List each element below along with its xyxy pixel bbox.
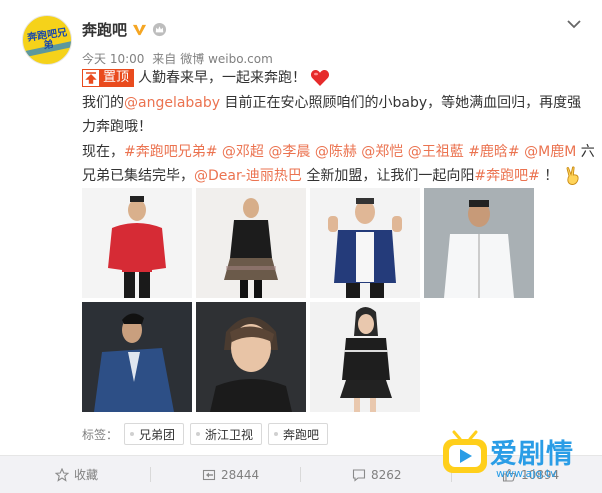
mention-mluhan[interactable]: @M鹿M: [524, 144, 576, 160]
tag-zhejiang-tv[interactable]: 浙江卫视: [190, 423, 263, 445]
watermark-url: www.ajq.tv: [496, 467, 557, 480]
chevron-down-icon[interactable]: [566, 18, 582, 30]
mention-zhengkai[interactable]: @郑恺: [361, 144, 403, 160]
post-meta: 今天 10:00 来自 微博 weibo.com: [82, 50, 277, 67]
mention-lichen[interactable]: @李晨: [268, 144, 310, 160]
tag-brothers[interactable]: 兄弟团: [124, 423, 185, 445]
post-text: 置顶 人勤春来早，一起来奔跑！ 我们的@angelababy 目前正在安心照顾咱…: [82, 66, 595, 189]
action-separator: [300, 467, 301, 482]
post-line-3: 力奔跑哦！: [82, 119, 152, 135]
victory-hand-emoji-icon: [566, 166, 579, 185]
verified-v-icon[interactable]: [132, 22, 147, 37]
photo-4[interactable]: [424, 188, 534, 298]
repost-count: 28444: [221, 467, 260, 482]
mention-angelababy[interactable]: @angelababy: [124, 95, 220, 111]
post-line-5-mid: 全新加盟，让我们一起向阳: [301, 168, 475, 184]
pinned-label: 置顶: [99, 70, 134, 86]
watermark: 爱剧情 www.ajq.tv: [440, 418, 600, 490]
tv-play-icon: [443, 430, 487, 473]
post-line-1-text: 人勤春来早，一起来奔跑！: [138, 70, 307, 86]
user-name[interactable]: 奔跑吧: [82, 19, 127, 40]
post-line-4-pre: 现在，: [82, 143, 124, 160]
photo-7[interactable]: [310, 302, 420, 412]
avatar[interactable]: 奔跑吧兄弟: [22, 15, 72, 65]
member-crown-icon[interactable]: [152, 22, 167, 37]
topic-luhan[interactable]: #鹿晗#: [468, 144, 519, 160]
watermark-title: 爱剧情: [490, 439, 574, 470]
photo-2[interactable]: [196, 188, 306, 298]
mention-dilireba[interactable]: @Dear-迪丽热巴: [194, 168, 302, 184]
post-time[interactable]: 今天 10:00: [82, 52, 144, 66]
heart-emoji-icon: [311, 70, 330, 86]
star-icon: [55, 467, 69, 482]
photo-grid: [82, 188, 542, 416]
tags-label: 标签：: [82, 427, 119, 442]
tag-running-man[interactable]: 奔跑吧: [268, 423, 329, 445]
post-line-4: 现在，#奔跑吧兄弟# @邓超 @李晨 @陈赫 @郑恺 @王祖藍 #鹿晗# @M鹿…: [82, 140, 595, 165]
avatar-logo-text: 奔跑吧兄弟: [26, 27, 68, 52]
topic-run[interactable]: #奔跑吧#: [474, 168, 539, 184]
post-line-5-post: ！: [539, 168, 559, 184]
comment-button[interactable]: 8262: [352, 456, 402, 493]
photo-6[interactable]: [196, 302, 306, 412]
post-line-2-pre: 我们的: [82, 94, 124, 111]
post-from-label: 来自: [152, 52, 177, 66]
post-line-1: 置顶 人勤春来早，一起来奔跑！: [82, 66, 582, 91]
topic-brothers[interactable]: #奔跑吧兄弟#: [124, 144, 217, 160]
photo-3[interactable]: [310, 188, 420, 298]
pin-icon: [83, 70, 99, 86]
post-line-5-pre: 兄弟已集结完毕，: [82, 168, 194, 184]
comment-count: 8262: [371, 467, 402, 482]
favorite-label: 收藏: [74, 468, 99, 482]
post-line-4-post: 六: [576, 143, 595, 160]
mention-dengchao[interactable]: @邓超: [222, 144, 264, 160]
post-line-5: 兄弟已集结完毕，@Dear-迪丽热巴 全新加盟，让我们一起向阳#奔跑吧# ！: [82, 164, 582, 189]
comment-icon: [352, 468, 366, 482]
action-separator: [150, 467, 151, 482]
pinned-badge: 置顶: [82, 69, 135, 87]
repost-icon: [202, 469, 216, 480]
photo-5[interactable]: [82, 302, 192, 412]
mention-wangzulan[interactable]: @王祖藍: [408, 144, 464, 160]
mention-chenhe[interactable]: @陈赫: [315, 144, 357, 160]
favorite-button[interactable]: 收藏: [55, 456, 98, 493]
post-line-2-post: 目前正在安心照顾咱们的小baby，等她满血回归，再度强: [220, 94, 582, 111]
tag-bar: 标签： 兄弟团 浙江卫视 奔跑吧: [82, 423, 329, 445]
weibo-post-card: 奔跑吧兄弟 奔跑吧 今天 10:00 来自 微博 weibo.com 置顶 人勤春…: [0, 0, 602, 493]
photo-1[interactable]: [82, 188, 192, 298]
repost-button[interactable]: 28444: [202, 456, 259, 493]
post-source[interactable]: 微博 weibo.com: [180, 52, 273, 66]
post-line-2: 我们的@angelababy 目前正在安心照顾咱们的小baby，等她满血回归，再…: [82, 91, 582, 116]
user-name-row: 奔跑吧: [82, 17, 167, 41]
